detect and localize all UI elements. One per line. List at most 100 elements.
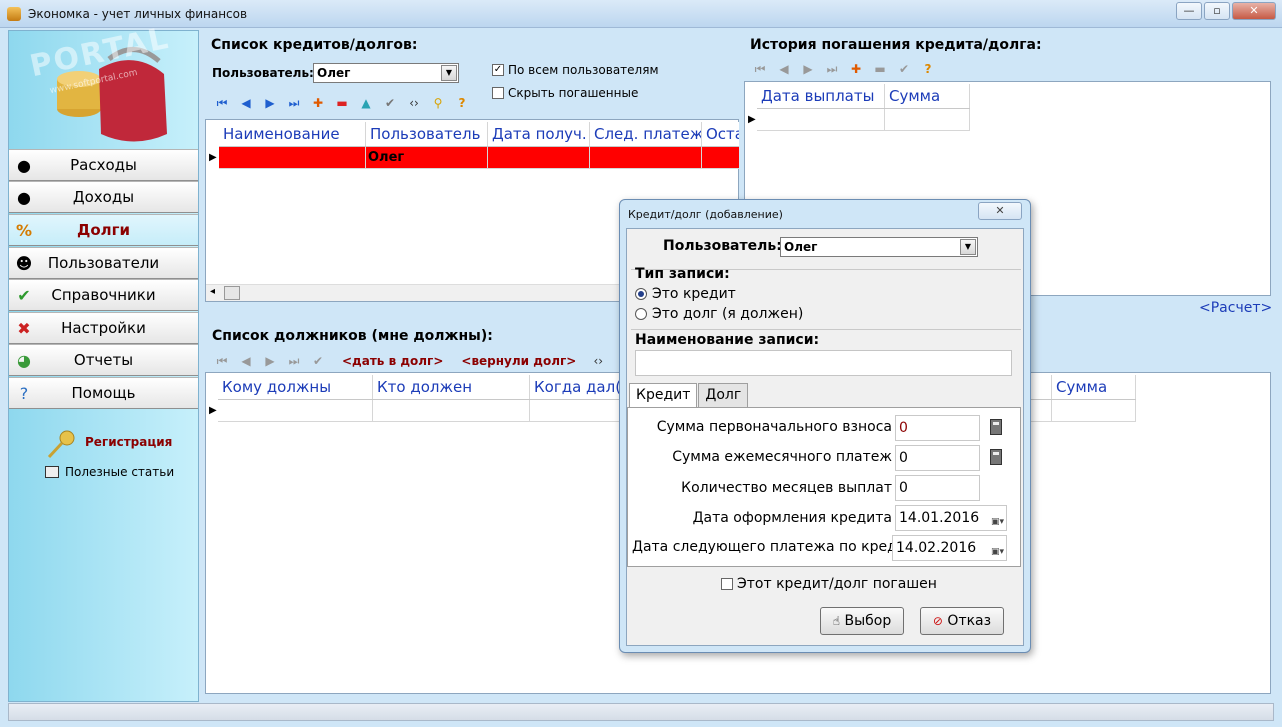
calendar-dropdown-icon[interactable]: ▣▾ (991, 510, 1004, 534)
monthly-payment-label: Сумма ежемесячного платеж (672, 449, 892, 465)
calculator-icon[interactable] (990, 449, 1002, 465)
sidebar-item-label: Доходы (72, 188, 135, 206)
hand-icon: ☝ (832, 614, 841, 628)
sidebar-item-expenses[interactable]: ● Расходы (9, 149, 198, 181)
issue-date-input[interactable]: 14.01.2016 ▣▾ (895, 505, 1007, 531)
scroll-thumb[interactable] (224, 286, 240, 300)
history-grid-header: Дата выплаты Сумма (757, 84, 970, 109)
registration-link[interactable]: Регистрация (45, 429, 195, 463)
record-name-input[interactable] (635, 350, 1012, 376)
credits-user-select[interactable]: Олег ▼ (313, 63, 459, 83)
add-icon[interactable]: ✚ (310, 96, 326, 110)
next-payment-date-input[interactable]: 14.02.2016 ▣▾ (892, 535, 1007, 561)
table-row[interactable] (757, 109, 970, 131)
calculator-icon[interactable] (990, 419, 1002, 435)
radio-debt[interactable]: Это долг (я должен) (635, 306, 803, 322)
col-next-payment[interactable]: След. платеж (590, 122, 702, 146)
sidebar-item-references[interactable]: ✔ Справочники (9, 279, 198, 311)
first-record-icon[interactable]: ⏮ (752, 62, 768, 77)
credits-grid-header: Наименование Пользователь Дата получ. Сл… (219, 122, 739, 147)
sidebar-item-income[interactable]: ● Доходы (9, 181, 198, 213)
first-record-icon[interactable]: ⏮ (214, 96, 230, 111)
col-amount[interactable]: Сумма (1052, 375, 1136, 399)
delete-icon[interactable]: ▬ (872, 62, 888, 76)
first-record-icon[interactable]: ⏮ (214, 354, 230, 369)
sidebar-item-reports[interactable]: ◕ Отчеты (9, 344, 198, 376)
calc-link[interactable]: <Расчет> (1199, 300, 1272, 316)
table-row[interactable]: Олег (219, 147, 739, 169)
prev-record-icon[interactable]: ◀ (776, 62, 792, 76)
tab-credit[interactable]: Кредит (629, 383, 698, 410)
radio-credit[interactable]: Это кредит (635, 286, 736, 302)
dialog-user-value: Олег (784, 240, 818, 254)
returned-link[interactable]: <вернули долг> (461, 354, 576, 368)
history-title: История погашения кредита/долга: (750, 37, 1042, 53)
lend-link[interactable]: <дать в долг> (342, 354, 443, 368)
registration-label: Регистрация (85, 435, 173, 449)
cell-rest (702, 147, 739, 169)
all-users-label: По всем пользователям (508, 63, 659, 77)
sidebar-item-settings[interactable]: ✖ Настройки (9, 312, 198, 344)
confirm-icon[interactable]: ✔ (382, 96, 398, 110)
dialog-close-button[interactable]: ✕ (978, 202, 1022, 220)
initial-payment-input[interactable]: 0 (895, 415, 980, 441)
search-icon[interactable]: ⚲ (430, 96, 446, 110)
scroll-left-icon[interactable]: ◂ (210, 286, 215, 297)
paid-checkbox[interactable]: Этот кредит/долг погашен (721, 576, 937, 592)
divider (631, 329, 1021, 330)
hide-paid-checkbox[interactable]: Скрыть погашенные (492, 86, 638, 100)
ok-button[interactable]: ☝ Выбор (820, 607, 904, 635)
sidebar-item-users[interactable]: ☻ Пользователи (9, 247, 198, 279)
checkbox-empty-icon (492, 87, 504, 99)
col-whom-owed[interactable]: Кому должны (218, 375, 373, 399)
credit-add-dialog: Кредит/долг (добавление) ✕ Пользователь:… (619, 199, 1031, 653)
delete-icon[interactable]: ▬ (334, 96, 350, 110)
tab-debt[interactable]: Долг (698, 383, 749, 410)
col-payment-date[interactable]: Дата выплаты (757, 84, 885, 108)
prev-record-icon[interactable]: ◀ (238, 354, 254, 368)
last-record-icon[interactable]: ⏭ (286, 354, 302, 369)
up-icon[interactable]: ▲ (358, 96, 374, 110)
prev-record-icon[interactable]: ◀ (238, 96, 254, 110)
sidebar-item-label: Долги (77, 221, 130, 239)
monthly-payment-input[interactable]: 0 (895, 445, 980, 471)
next-record-icon[interactable]: ▶ (262, 96, 278, 110)
dialog-tabs: Кредит Долг (629, 383, 749, 410)
col-user[interactable]: Пользователь (366, 122, 488, 146)
last-record-icon[interactable]: ⏭ (286, 96, 302, 111)
confirm-icon[interactable]: ✔ (310, 354, 326, 368)
minimize-button[interactable]: — (1176, 2, 1202, 20)
refresh-icon[interactable]: ‹› (406, 96, 422, 110)
sidebar-item-debts[interactable]: % Долги (9, 214, 198, 246)
next-record-icon[interactable]: ▶ (262, 354, 278, 368)
last-record-icon[interactable]: ⏭ (824, 62, 840, 77)
cell-payment-date (757, 109, 885, 131)
sidebar-item-label: Расходы (70, 156, 137, 174)
dialog-user-label: Пользователь: (663, 238, 782, 254)
col-date-received[interactable]: Дата получ. (488, 122, 590, 146)
sidebar-item-help[interactable]: ? Помощь (9, 377, 198, 409)
dialog-user-select[interactable]: Олег ▼ (780, 237, 978, 257)
window-title: Экономка - учет личных финансов (28, 7, 248, 21)
months-count-input[interactable]: 0 (895, 475, 980, 501)
useful-articles-link[interactable]: Полезные статьи (45, 465, 195, 483)
close-button[interactable]: ✕ (1232, 2, 1276, 20)
col-name[interactable]: Наименование (219, 122, 366, 146)
col-remainder[interactable]: Оста (702, 122, 739, 146)
next-record-icon[interactable]: ▶ (800, 62, 816, 76)
credits-toolbar: ⏮ ◀ ▶ ⏭ ✚ ▬ ▲ ✔ ‹› ⚲ ? (214, 94, 470, 112)
refresh-icon[interactable]: ‹› (590, 354, 606, 368)
help-icon[interactable]: ? (454, 96, 470, 110)
calendar-dropdown-icon[interactable]: ▣▾ (991, 540, 1004, 564)
cancel-button[interactable]: ⊘ Отказ (920, 607, 1004, 635)
col-who-owes[interactable]: Кто должен (373, 375, 530, 399)
confirm-icon[interactable]: ✔ (896, 62, 912, 76)
sidebar-item-label: Пользователи (47, 254, 160, 272)
all-users-checkbox[interactable]: ✓ По всем пользователям (492, 63, 659, 77)
col-amount[interactable]: Сумма (885, 84, 970, 108)
add-icon[interactable]: ✚ (848, 62, 864, 76)
help-icon[interactable]: ? (920, 62, 936, 76)
cell-user: Олег (366, 147, 488, 169)
maximize-button[interactable]: ▫ (1204, 2, 1230, 20)
credits-user-label: Пользователь: (212, 66, 314, 80)
